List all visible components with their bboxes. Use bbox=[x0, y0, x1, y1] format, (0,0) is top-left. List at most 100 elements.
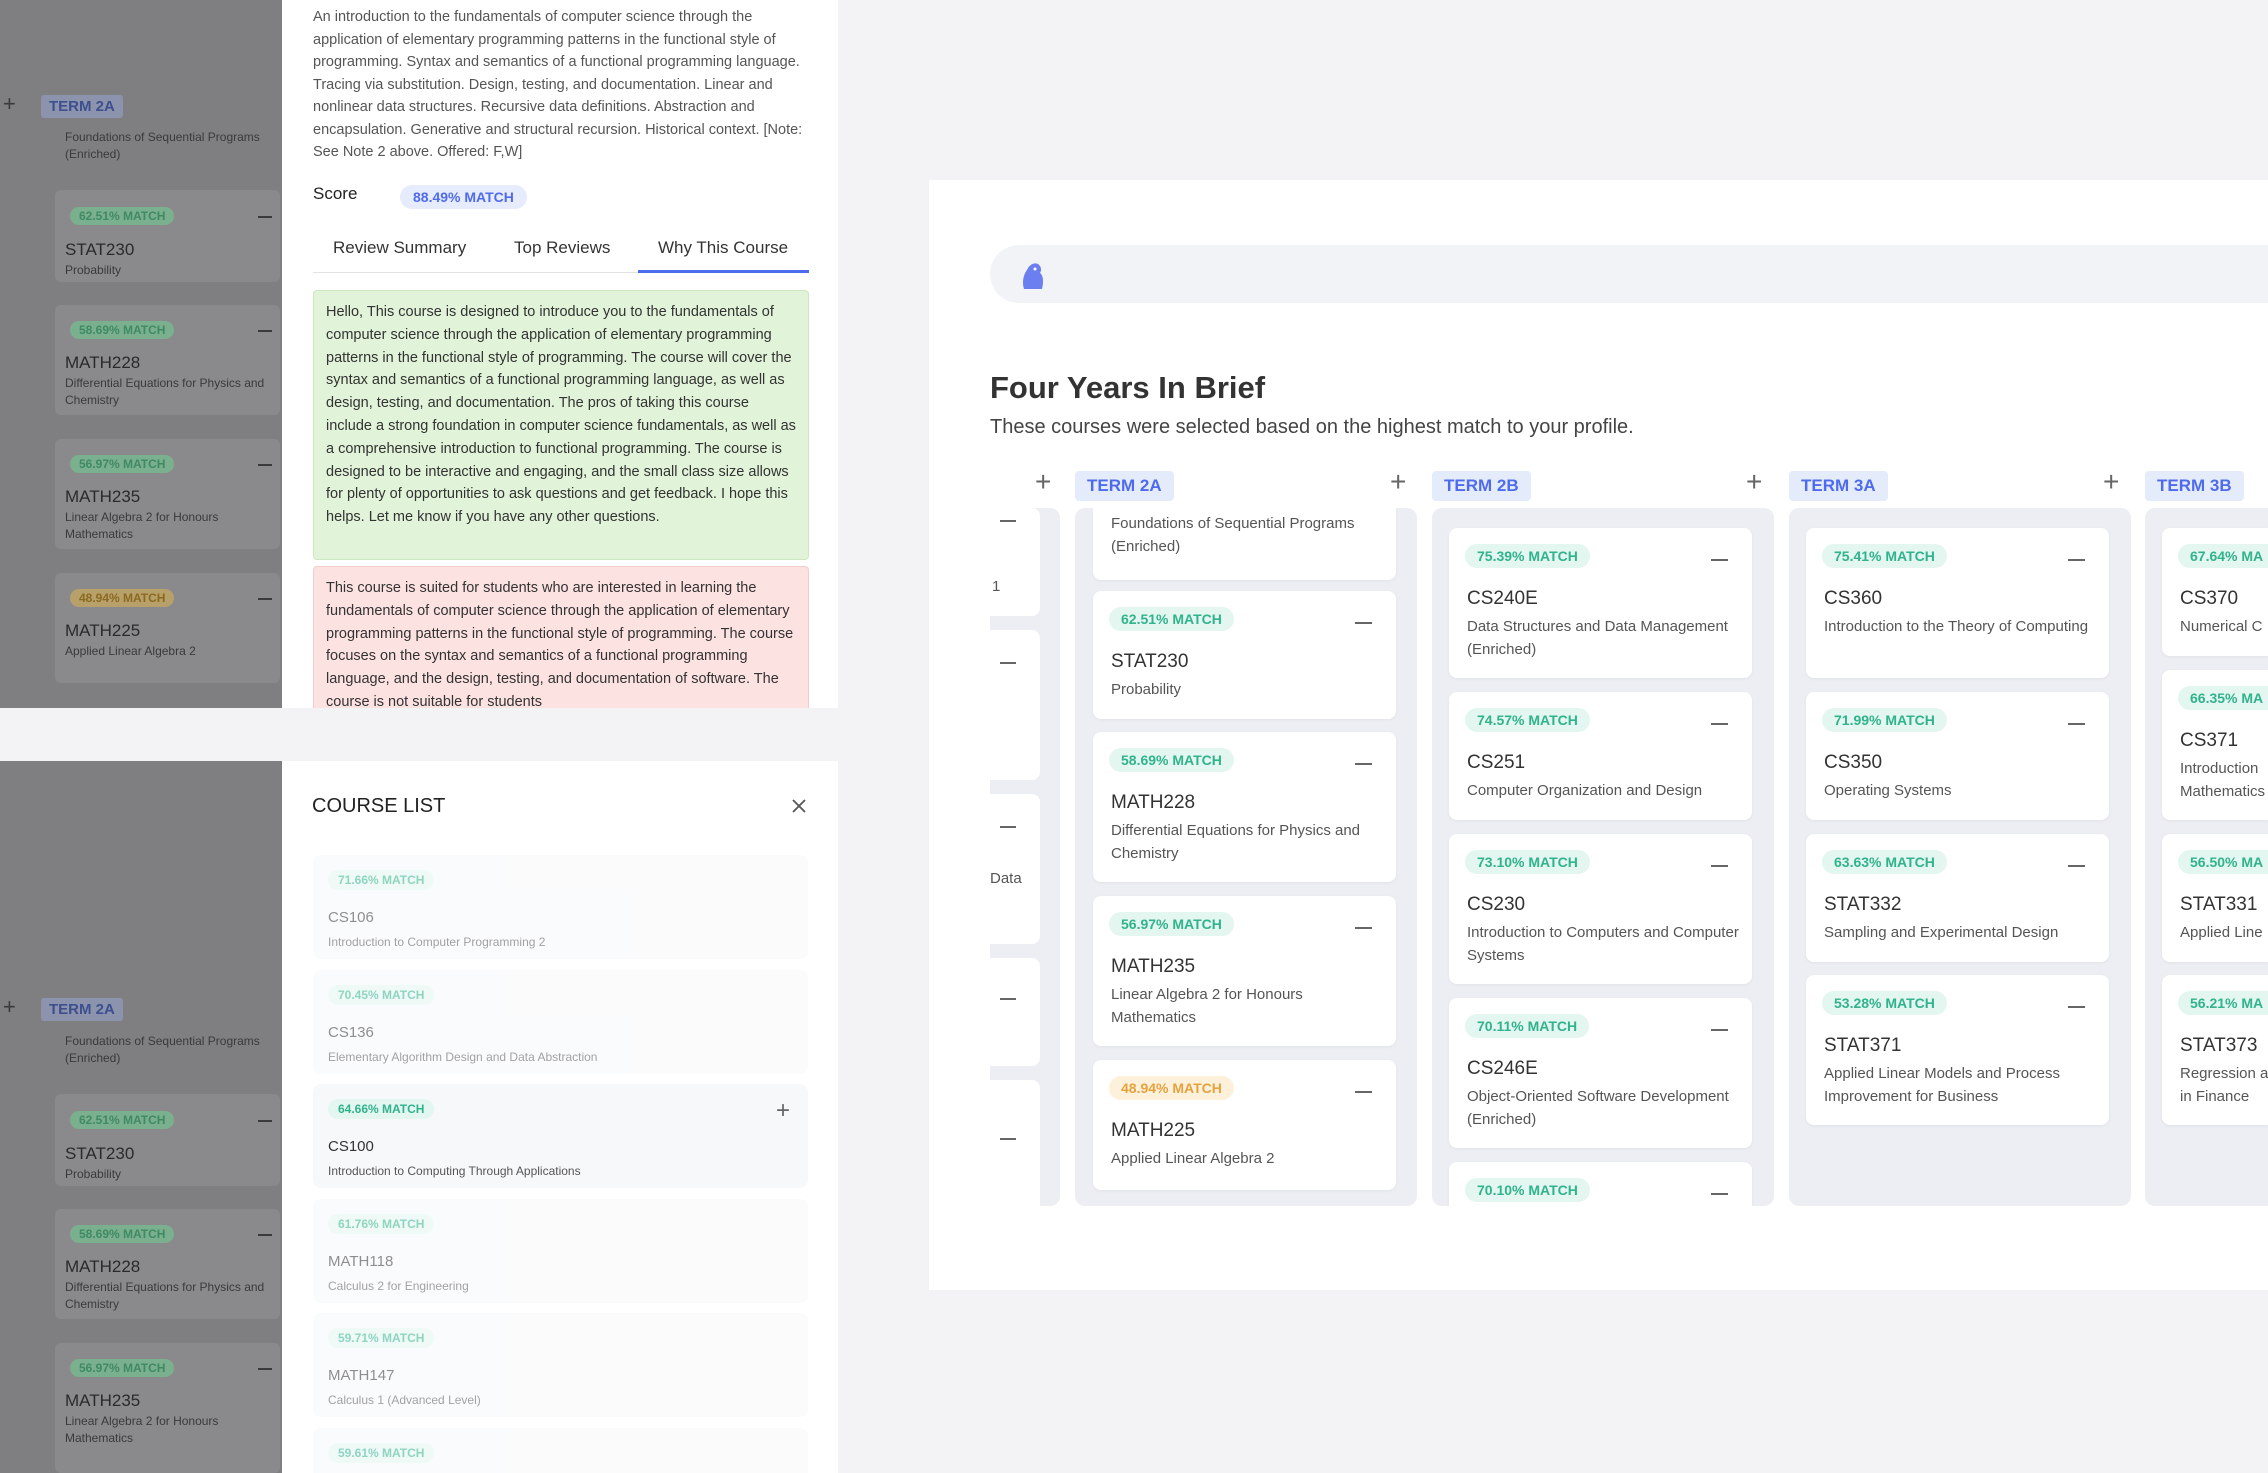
match-badge: 58.69% MATCH bbox=[70, 321, 175, 339]
minus-icon bbox=[258, 330, 272, 332]
partial-card bbox=[990, 958, 1040, 1066]
course-card: 58.69% MATCH MATH228 Differential Equati… bbox=[55, 305, 280, 415]
partial-card: 1 bbox=[990, 508, 1040, 616]
minus-icon[interactable] bbox=[1711, 559, 1728, 561]
match-badge: 62.51% MATCH bbox=[70, 1111, 175, 1129]
add-term-icon[interactable]: + bbox=[2103, 466, 2119, 498]
tab-top-reviews[interactable]: Top Reviews bbox=[514, 238, 610, 258]
course-card[interactable]: 53.28% MATCH STAT371 Applied Linear Mode… bbox=[1806, 975, 2109, 1125]
course-card[interactable]: Foundations of Sequential Programs (Enri… bbox=[1093, 508, 1396, 580]
minus-icon[interactable] bbox=[1711, 723, 1728, 725]
add-term-icon[interactable]: + bbox=[1390, 466, 1406, 498]
term-column: 67.64% MA CS370 Numerical C 66.35% MA CS… bbox=[2145, 508, 2268, 1206]
course-card[interactable]: 67.64% MA CS370 Numerical C bbox=[2162, 528, 2268, 656]
minus-icon[interactable] bbox=[1711, 1193, 1728, 1195]
partial-column: 1 Data bbox=[990, 508, 1060, 1206]
minus-icon[interactable] bbox=[2068, 1006, 2085, 1008]
match-badge: 67.64% MA bbox=[2178, 544, 2268, 568]
course-code: CS370 bbox=[2180, 588, 2239, 609]
course-card[interactable]: 74.57% MATCH CS251 Computer Organization… bbox=[1449, 692, 1752, 820]
score-badge: 88.49% MATCH bbox=[400, 185, 527, 209]
course-card[interactable]: 63.63% MATCH STAT332 Sampling and Experi… bbox=[1806, 834, 2109, 962]
search-bar[interactable] bbox=[990, 245, 2268, 303]
minus-icon[interactable] bbox=[2068, 865, 2085, 867]
close-icon[interactable] bbox=[788, 795, 810, 817]
course-list-item[interactable]: 59.71% MATCH MATH147 Calculus 1 (Advance… bbox=[313, 1313, 808, 1417]
course-card[interactable]: 66.35% MA CS371 Introduction Mathematics bbox=[2162, 670, 2268, 820]
minus-icon[interactable] bbox=[1711, 865, 1728, 867]
course-list-item[interactable]: 64.66% MATCH + CS100 Introduction to Com… bbox=[313, 1084, 808, 1188]
match-badge: 48.94% MATCH bbox=[1109, 1076, 1234, 1100]
match-badge: 73.10% MATCH bbox=[1465, 850, 1590, 874]
partial-card: Data bbox=[990, 794, 1040, 944]
course-code: MATH235 bbox=[1111, 956, 1196, 977]
course-code: STAT331 bbox=[2180, 894, 2258, 915]
course-name: Introduction to Computer Programming 2 bbox=[328, 935, 546, 949]
course-card[interactable]: 58.69% MATCH MATH228 Differential Equati… bbox=[1093, 732, 1396, 882]
course-card: 58.69% MATCH MATH228 Differential Equati… bbox=[55, 1209, 280, 1319]
course-code: CS350 bbox=[1824, 752, 1883, 773]
course-list-item[interactable]: 71.66% MATCH CS106 Introduction to Compu… bbox=[313, 855, 808, 959]
add-term-icon[interactable]: + bbox=[1035, 466, 1051, 498]
minus-icon bbox=[258, 598, 272, 600]
course-card: 56.97% MATCH MATH235 Linear Algebra 2 fo… bbox=[55, 439, 280, 549]
match-badge: 56.97% MATCH bbox=[70, 1359, 175, 1377]
match-badge: 56.21% MA bbox=[2178, 991, 2268, 1015]
course-card[interactable]: 56.50% MA STAT331 Applied Line bbox=[2162, 834, 2268, 962]
course-name: Introduction to Computing Through Applic… bbox=[328, 1164, 581, 1178]
course-card[interactable]: 73.10% MATCH CS230 Introduction to Compu… bbox=[1449, 834, 1752, 984]
match-badge: 71.66% MATCH bbox=[328, 870, 435, 890]
course-card[interactable]: 62.51% MATCH STAT230 Probability bbox=[1093, 591, 1396, 719]
minus-icon[interactable] bbox=[1000, 662, 1016, 664]
course-name: Numerical C bbox=[2180, 618, 2263, 635]
minus-icon[interactable] bbox=[2068, 559, 2085, 561]
course-name: Linear Algebra 2 for Honours Mathematics bbox=[65, 510, 219, 541]
course-name: Applied Linear Algebra 2 bbox=[65, 644, 196, 658]
match-badge: 56.50% MA bbox=[2178, 850, 2268, 874]
tab-review-summary[interactable]: Review Summary bbox=[333, 238, 466, 258]
plus-icon: + bbox=[3, 994, 16, 1019]
course-card[interactable]: 75.39% MATCH CS240E Data Structures and … bbox=[1449, 528, 1752, 678]
term-label: TERM 2A bbox=[41, 998, 123, 1021]
minus-icon[interactable] bbox=[1000, 1138, 1016, 1140]
minus-icon[interactable] bbox=[1355, 763, 1372, 765]
course-code: STAT230 bbox=[1111, 651, 1189, 672]
add-course-icon[interactable]: + bbox=[776, 1097, 790, 1125]
score-label: Score bbox=[313, 184, 358, 203]
match-badge: 48.94% MATCH bbox=[70, 589, 175, 607]
course-card[interactable]: 56.21% MA STAT373 Regression a in Financ… bbox=[2162, 975, 2268, 1125]
course-card[interactable]: 48.94% MATCH MATH225 Applied Linear Alge… bbox=[1093, 1060, 1396, 1190]
course-code: CS106 bbox=[328, 909, 374, 926]
course-code: STAT230 bbox=[65, 1144, 135, 1163]
minus-icon[interactable] bbox=[1355, 622, 1372, 624]
course-card[interactable]: 56.97% MATCH MATH235 Linear Algebra 2 fo… bbox=[1093, 896, 1396, 1046]
minus-icon[interactable] bbox=[1355, 927, 1372, 929]
match-badge: 75.39% MATCH bbox=[1465, 544, 1590, 568]
minus-icon[interactable] bbox=[1000, 826, 1016, 828]
course-card[interactable]: 75.41% MATCH CS360 Introduction to the T… bbox=[1806, 528, 2109, 678]
term-column: 75.41% MATCH CS360 Introduction to the T… bbox=[1789, 508, 2131, 1206]
course-card[interactable]: 71.99% MATCH CS350 Operating Systems bbox=[1806, 692, 2109, 820]
minus-icon bbox=[258, 464, 272, 466]
course-card[interactable]: 70.10% MATCH bbox=[1449, 1162, 1752, 1206]
tab-why-this-course[interactable]: Why This Course bbox=[658, 238, 788, 258]
course-name: Computer Organization and Design bbox=[1467, 782, 1703, 799]
match-badge: 74.57% MATCH bbox=[1465, 708, 1590, 732]
course-name: Linear Algebra 2 for Honours Mathematics bbox=[65, 1414, 219, 1445]
course-code: CS230 bbox=[1467, 894, 1526, 915]
course-card[interactable]: 70.11% MATCH CS246E Object-Oriented Soft… bbox=[1449, 998, 1752, 1148]
course-name: Foundations of Sequential Programs (Enri… bbox=[1111, 515, 1355, 555]
course-list-item[interactable]: 59.61% MATCH bbox=[313, 1428, 808, 1473]
add-term-icon[interactable]: + bbox=[1746, 466, 1762, 498]
minus-icon[interactable] bbox=[1355, 1091, 1372, 1093]
minus-icon[interactable] bbox=[1711, 1029, 1728, 1031]
course-list-item[interactable]: 61.76% MATCH MATH118 Calculus 2 for Engi… bbox=[313, 1199, 808, 1303]
course-name: Differential Equations for Physics and C… bbox=[65, 376, 265, 407]
minus-icon[interactable] bbox=[1000, 998, 1016, 1000]
course-name: Differential Equations for Physics and C… bbox=[65, 1280, 265, 1311]
course-name: Probability bbox=[65, 1167, 122, 1181]
minus-icon[interactable] bbox=[1000, 520, 1016, 522]
course-description: An introduction to the fundamentals of c… bbox=[313, 9, 803, 160]
minus-icon[interactable] bbox=[2068, 723, 2085, 725]
course-list-item[interactable]: 70.45% MATCH CS136 Elementary Algorithm … bbox=[313, 970, 808, 1074]
